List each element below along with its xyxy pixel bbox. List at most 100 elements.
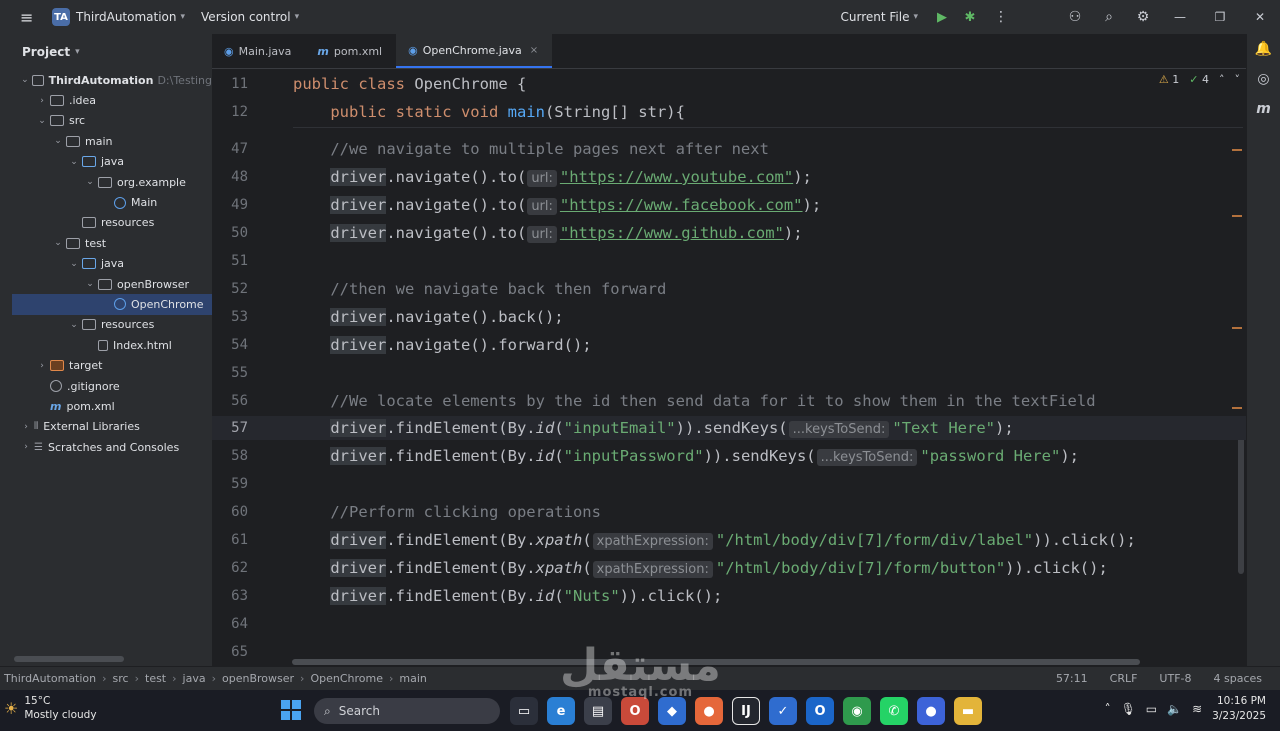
restore-button[interactable]: ❐: [1200, 10, 1240, 24]
battery-icon[interactable]: ▭: [1146, 702, 1157, 716]
folder-icon[interactable]: ▬: [954, 697, 982, 725]
notifications-icon[interactable]: 🔔: [1247, 34, 1280, 64]
chevron-down-icon[interactable]: ⌄: [68, 259, 80, 269]
debug-icon[interactable]: ✱: [956, 10, 984, 25]
code-line[interactable]: 58 driver.findElement(By.id("inputPasswo…: [212, 444, 1246, 468]
clock[interactable]: 10:16 PM 3/23/2025: [1212, 694, 1266, 724]
run-icon[interactable]: ▶: [928, 10, 956, 25]
code-line[interactable]: 62 driver.findElement(By.xpath(xpathExpr…: [212, 556, 1246, 580]
close-tab-icon[interactable]: ×: [530, 45, 538, 56]
wifi-icon[interactable]: ≋: [1192, 702, 1202, 716]
code-line[interactable]: 51: [212, 249, 1246, 273]
tree-item[interactable]: ⌄ main: [12, 131, 212, 151]
tree-item[interactable]: ⌄ resources: [12, 315, 212, 335]
intellij-icon[interactable]: IJ: [732, 697, 760, 725]
firefox-icon[interactable]: ●: [695, 697, 723, 725]
edge-icon[interactable]: e: [547, 697, 575, 725]
chevron-down-icon[interactable]: ⌄: [52, 136, 64, 146]
code-line[interactable]: 59: [212, 472, 1246, 496]
main-menu-icon[interactable]: ≡: [20, 8, 38, 27]
tree-item[interactable]: ⌄ java: [12, 254, 212, 274]
search-icon[interactable]: ⌕: [1092, 9, 1126, 25]
breadcrumb-item[interactable]: test: [145, 672, 166, 685]
breadcrumb-item[interactable]: OpenChrome: [310, 672, 383, 685]
tree-item[interactable]: › target: [12, 355, 212, 375]
tree-item[interactable]: ⌄ test: [12, 233, 212, 253]
whatsapp-icon[interactable]: ✆: [880, 697, 908, 725]
breadcrumb-item[interactable]: main: [399, 672, 426, 685]
file-explorer-icon[interactable]: ▤: [584, 697, 612, 725]
code-line[interactable]: 49 driver.navigate().to(url: "https://www…: [212, 193, 1246, 217]
tree-item[interactable]: › .idea: [12, 90, 212, 110]
chevron-down-icon[interactable]: ⌄: [52, 238, 64, 248]
horizontal-scrollbar[interactable]: [14, 656, 124, 662]
tree-item[interactable]: Index.html: [12, 335, 212, 355]
minimize-button[interactable]: —: [1160, 10, 1200, 24]
tree-item[interactable]: › ☰ Scratches and Consoles: [12, 437, 212, 457]
code-line[interactable]: 48 driver.navigate().to(url: "https://www…: [212, 165, 1246, 189]
code-line[interactable]: 12 public static void main(String[] str)…: [212, 100, 1246, 124]
indent-setting[interactable]: 4 spaces: [1214, 672, 1263, 685]
chevron-down-icon[interactable]: ⌄: [68, 157, 80, 167]
tree-item[interactable]: ⌄ openBrowser: [12, 274, 212, 294]
code-line[interactable]: 53 driver.navigate().back();: [212, 305, 1246, 329]
tree-item[interactable]: › ⫴ External Libraries: [12, 417, 212, 437]
chevron-right-icon[interactable]: ›: [20, 442, 32, 452]
chevron-right-icon[interactable]: ›: [36, 96, 48, 106]
breadcrumb-item[interactable]: openBrowser: [222, 672, 294, 685]
store-icon[interactable]: ◆: [658, 697, 686, 725]
code-editor[interactable]: ⚠ 1 ✓ 4 ˄ ˅ 11 public class OpenChrome {1…: [212, 69, 1246, 666]
maven-icon[interactable]: m: [1247, 94, 1280, 124]
editor-tab[interactable]: ◉ OpenChrome.java ×: [396, 34, 553, 68]
volume-icon[interactable]: 🔈: [1167, 702, 1182, 716]
file-encoding[interactable]: UTF-8: [1159, 672, 1191, 685]
code-line[interactable]: 57 driver.findElement(By.id("inputEmail"…: [212, 416, 1246, 440]
mic-icon[interactable]: 🎙: [1121, 702, 1136, 716]
office-icon[interactable]: O: [621, 697, 649, 725]
taskbar-search[interactable]: ⌕ Search: [314, 698, 500, 724]
tree-item[interactable]: ⌄ org.example: [12, 172, 212, 192]
breadcrumb-item[interactable]: src: [113, 672, 129, 685]
tree-item[interactable]: resources: [12, 213, 212, 233]
chevron-down-icon[interactable]: ▾: [181, 12, 186, 22]
code-line[interactable]: 11 public class OpenChrome {: [212, 72, 1246, 96]
project-badge[interactable]: TA: [52, 8, 70, 26]
add-user-icon[interactable]: ⚇: [1058, 9, 1092, 25]
ai-assistant-icon[interactable]: ◎: [1247, 64, 1280, 94]
code-line[interactable]: 55: [212, 361, 1246, 385]
vcs-menu[interactable]: Version control: [201, 10, 291, 24]
code-line[interactable]: 64: [212, 612, 1246, 636]
app-icon[interactable]: ●: [917, 697, 945, 725]
close-button[interactable]: ✕: [1240, 10, 1280, 24]
chevron-down-icon[interactable]: ▾: [295, 12, 300, 22]
settings-icon[interactable]: ⚙: [1126, 9, 1160, 25]
code-line[interactable]: 65: [212, 640, 1246, 664]
code-line[interactable]: 60 //Perform clicking operations: [212, 500, 1246, 524]
run-config-selector[interactable]: Current File: [841, 10, 910, 24]
code-line[interactable]: 63 driver.findElement(By.id("Nuts")).cli…: [212, 584, 1246, 608]
more-icon[interactable]: ⋮: [984, 9, 1018, 25]
todo-icon[interactable]: ✓: [769, 697, 797, 725]
code-line[interactable]: 61 driver.findElement(By.xpath(xpathExpr…: [212, 528, 1246, 552]
tree-item[interactable]: ⌄ src: [12, 111, 212, 131]
tree-item[interactable]: m pom.xml: [12, 396, 212, 416]
editor-tab[interactable]: m pom.xml: [305, 34, 396, 68]
chrome-icon[interactable]: ◉: [843, 697, 871, 725]
chevron-down-icon[interactable]: ▾: [75, 47, 80, 57]
code-line[interactable]: 52 //then we navigate back then forward: [212, 277, 1246, 301]
tree-item[interactable]: .gitignore: [12, 376, 212, 396]
breadcrumb-item[interactable]: java: [183, 672, 206, 685]
chevron-down-icon[interactable]: ⌄: [20, 75, 30, 85]
chevron-right-icon[interactable]: ›: [36, 361, 48, 371]
project-panel-header[interactable]: Project ▾: [12, 34, 212, 70]
tree-item[interactable]: Main: [12, 192, 212, 212]
code-line[interactable]: 47 //we navigate to multiple pages next …: [212, 137, 1246, 161]
chevron-down-icon[interactable]: ▾: [913, 12, 918, 22]
project-switcher[interactable]: ThirdAutomation: [76, 10, 177, 24]
line-separator[interactable]: CRLF: [1110, 672, 1138, 685]
breadcrumb-item[interactable]: ThirdAutomation: [4, 672, 96, 685]
code-line[interactable]: 50 driver.navigate().to(url: "https://www…: [212, 221, 1246, 245]
weather-widget[interactable]: ☀ 15°C Mostly cloudy: [4, 694, 97, 722]
caret-position[interactable]: 57:11: [1056, 672, 1088, 685]
chevron-down-icon[interactable]: ⌄: [84, 177, 96, 187]
